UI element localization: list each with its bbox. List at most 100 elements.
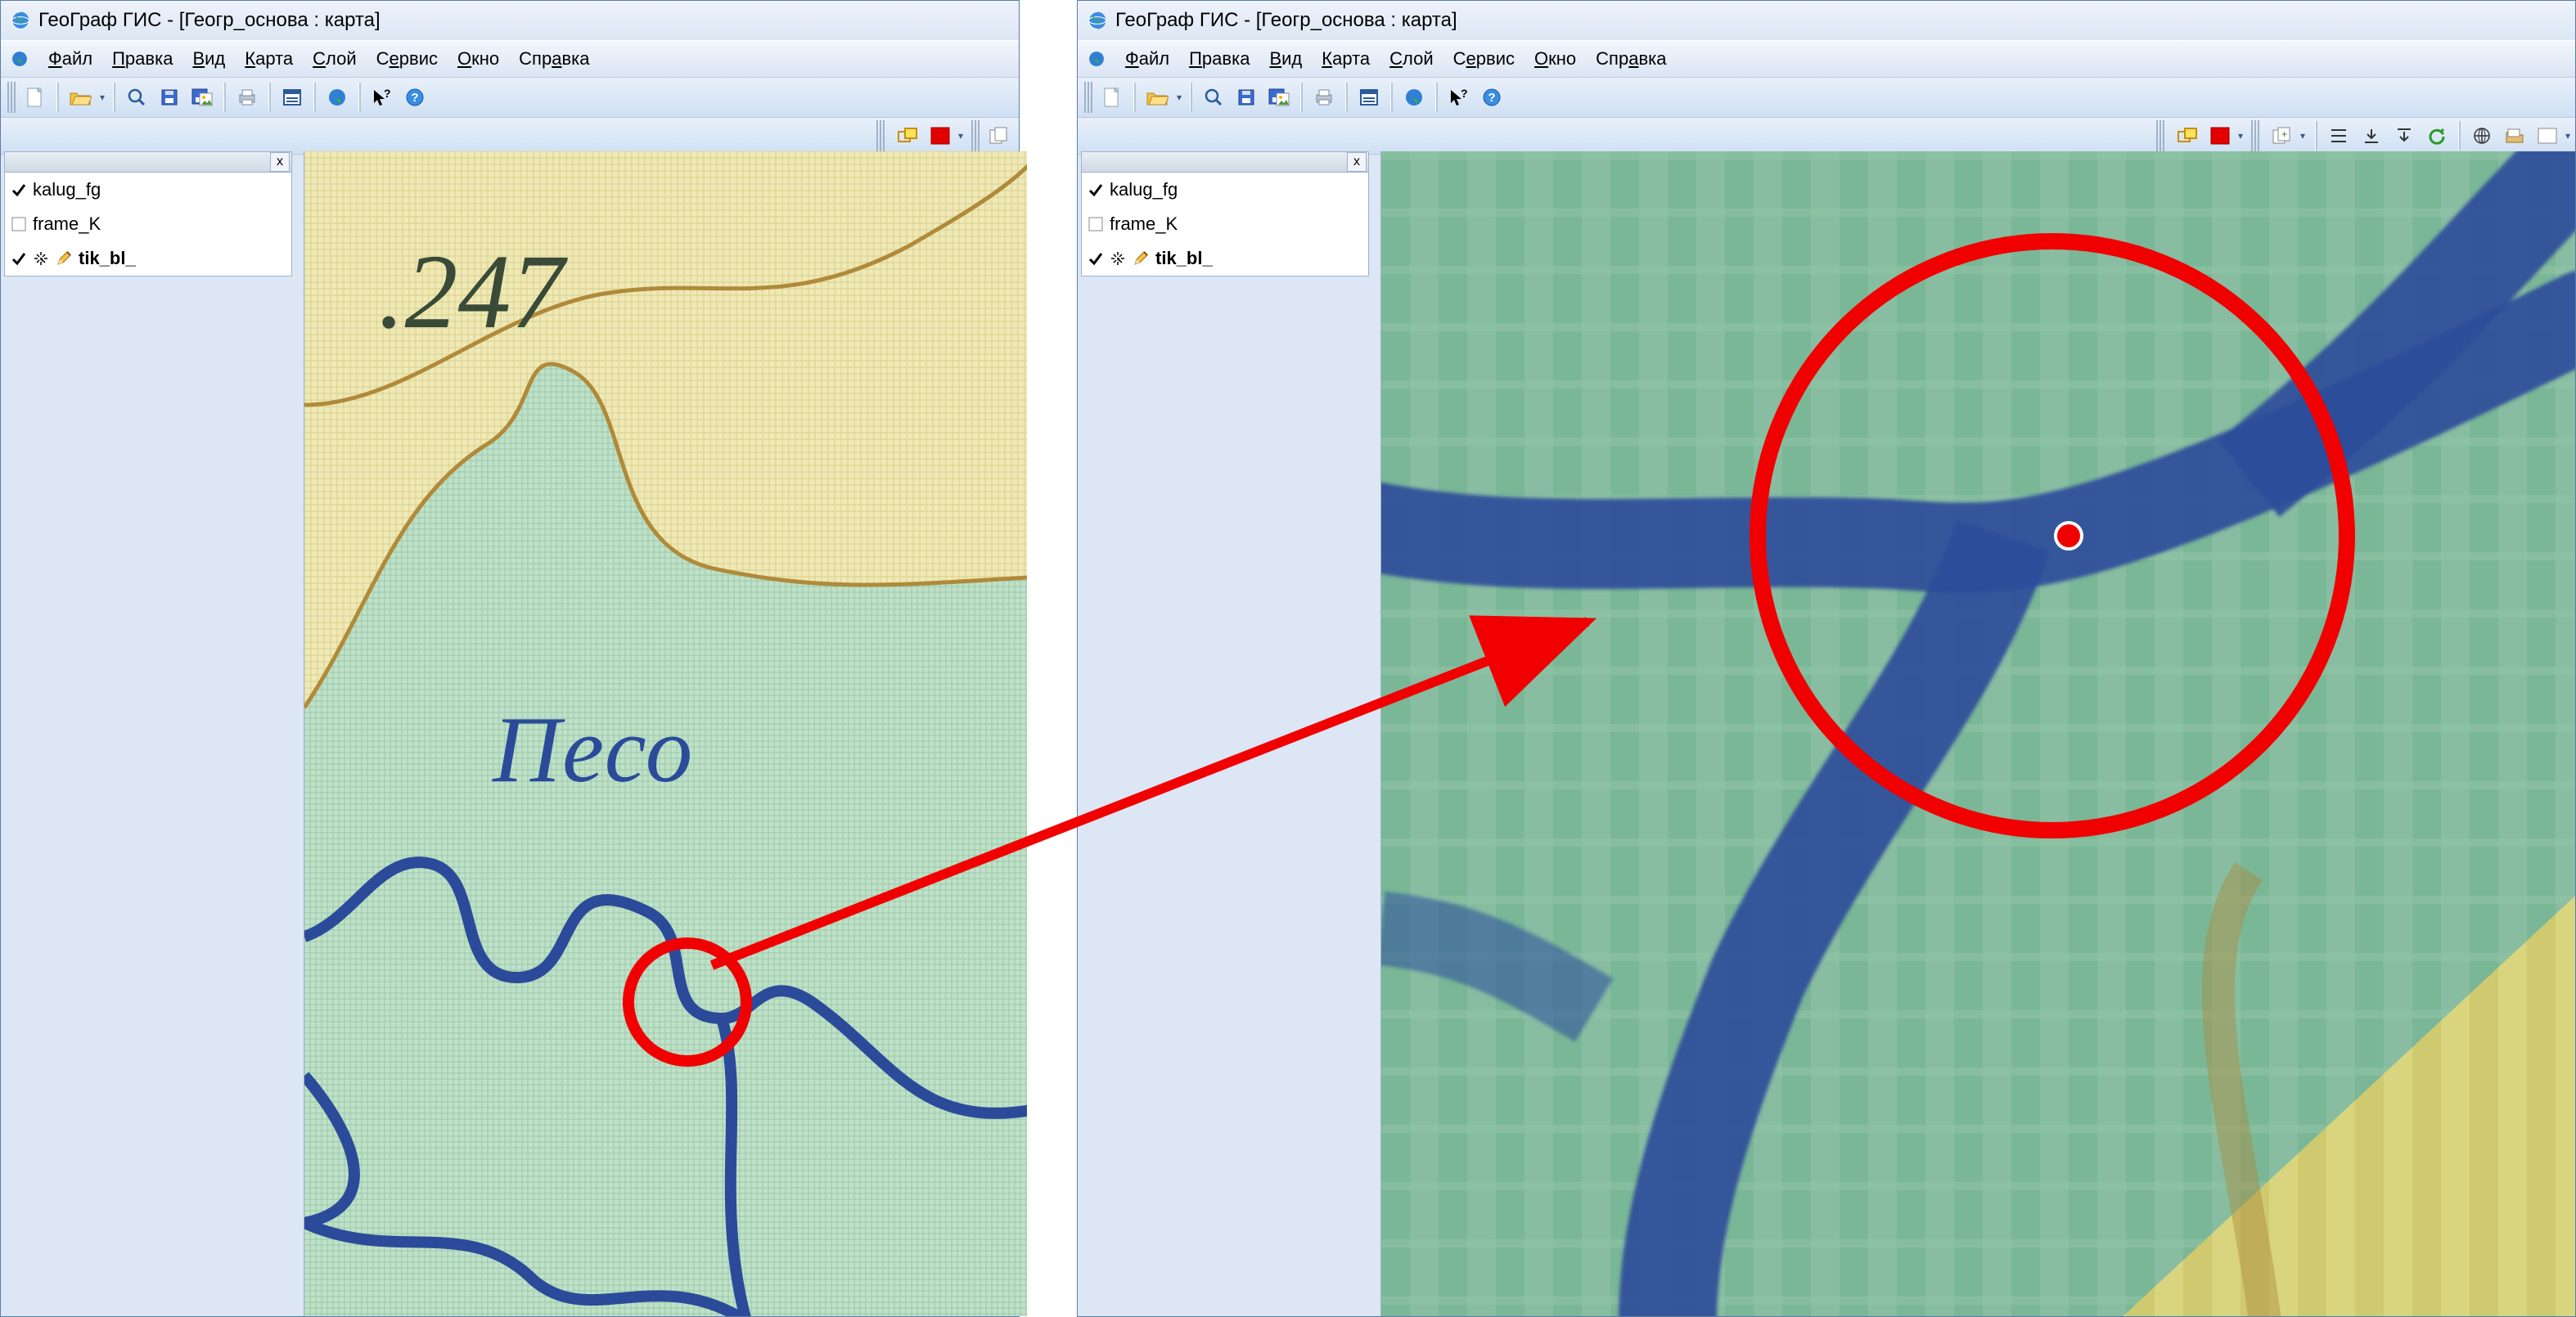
pencil-icon <box>1133 250 1149 267</box>
new-doc-icon[interactable] <box>20 83 50 112</box>
layer-row[interactable]: frame_K <box>1082 207 1368 241</box>
layer-name: frame_K <box>1110 214 1178 235</box>
pencil-icon <box>56 250 72 267</box>
map-canvas-right[interactable] <box>1380 151 2575 1316</box>
svg-text:+: + <box>2281 128 2287 140</box>
open-icon[interactable] <box>1142 83 1172 112</box>
cursor-help-icon[interactable]: ? <box>367 83 397 112</box>
copy-plus-icon[interactable]: + <box>2268 121 2297 151</box>
layer-checkbox[interactable] <box>1088 217 1103 231</box>
toolbar-secondary: ▾ + ▾ ▾ <box>1078 118 2575 155</box>
toolbar-grip[interactable] <box>971 120 980 151</box>
save-image-icon[interactable] <box>187 83 217 112</box>
menu-item[interactable]: Окно <box>1524 46 1586 72</box>
dropdown-icon[interactable]: ▾ <box>957 121 965 151</box>
mdi-icon[interactable] <box>1086 48 1107 70</box>
menu-item[interactable]: Карта <box>1312 46 1380 72</box>
arrow-down-bar-icon[interactable] <box>2357 121 2386 151</box>
map-canvas-left[interactable]: .247 Песо <box>304 151 1027 1316</box>
svg-text:?: ? <box>1461 88 1468 100</box>
save-icon[interactable] <box>1232 83 1261 112</box>
save-icon[interactable] <box>155 83 184 112</box>
window-list-icon[interactable] <box>1354 83 1384 112</box>
new-doc-icon[interactable] <box>1097 83 1127 112</box>
globe-lines-icon[interactable] <box>2467 121 2497 151</box>
white-rect-icon[interactable] <box>2533 121 2562 151</box>
zoom-icon[interactable] <box>122 83 151 112</box>
dropdown-icon[interactable]: ▾ <box>1173 92 1185 103</box>
menu-item[interactable]: Справка <box>509 46 599 72</box>
layer-row[interactable]: kalug_fg <box>1082 173 1368 207</box>
menu-item[interactable]: Правка <box>102 46 182 72</box>
mdi-icon[interactable] <box>9 48 30 70</box>
menu-item[interactable]: Вид <box>1259 46 1312 72</box>
folder-tan-icon[interactable] <box>2500 121 2529 151</box>
menu-item[interactable]: Справка <box>1586 46 1676 72</box>
menu-item[interactable]: Файл <box>1115 46 1179 72</box>
window-list-icon[interactable] <box>277 83 307 112</box>
close-icon[interactable]: x <box>270 152 290 172</box>
menu-item[interactable]: Файл <box>38 46 102 72</box>
help-icon[interactable]: ? <box>1477 83 1506 112</box>
copy-plus-icon[interactable] <box>984 121 1014 151</box>
app-window-right: ГеоГраф ГИС - [Геогр_основа : карта] Фай… <box>1077 0 2576 1317</box>
app-icon <box>1086 9 1109 32</box>
rect-pair-icon[interactable] <box>893 121 922 151</box>
menu-item[interactable]: Вид <box>182 46 235 72</box>
layer-checkbox[interactable] <box>11 251 26 266</box>
menu-item[interactable]: Слой <box>1380 46 1443 72</box>
undo-icon[interactable] <box>2422 121 2452 151</box>
save-image-icon[interactable] <box>1264 83 1294 112</box>
red-square-icon[interactable] <box>2205 121 2235 151</box>
layer-checkbox[interactable] <box>11 182 26 197</box>
spark-cursor-icon <box>1110 250 1126 267</box>
layer-checkbox[interactable] <box>1088 182 1103 197</box>
layer-row[interactable]: kalug_fg <box>5 173 291 207</box>
layer-checkbox[interactable] <box>1088 251 1103 266</box>
toolbar-grip[interactable] <box>876 120 885 151</box>
layer-checkbox[interactable] <box>11 217 26 231</box>
red-square-icon[interactable] <box>925 121 955 151</box>
dropdown-icon[interactable]: ▾ <box>2236 121 2245 151</box>
open-icon[interactable] <box>65 83 95 112</box>
layer-panel-header[interactable]: x <box>1082 152 1368 173</box>
app-window-left: ГеоГраф ГИС - [Геогр_основа : карта] Фай… <box>0 0 1020 1317</box>
dropdown-icon[interactable]: ▾ <box>2564 121 2572 151</box>
menu-item[interactable]: Карта <box>235 46 303 72</box>
toolbar-grip[interactable] <box>2251 120 2259 151</box>
menu-item[interactable]: Окно <box>448 46 509 72</box>
help-icon[interactable]: ? <box>400 83 430 112</box>
menu-item[interactable]: Сервис <box>367 46 448 72</box>
dropdown-icon[interactable]: ▾ <box>97 92 108 103</box>
rect-pair-icon[interactable] <box>2173 121 2202 151</box>
globe-icon[interactable] <box>322 83 352 112</box>
elevation-label: .247 <box>378 233 569 351</box>
svg-text:?: ? <box>1488 91 1495 105</box>
zoom-icon[interactable] <box>1199 83 1228 112</box>
titlebar[interactable]: ГеоГраф ГИС - [Геогр_основа : карта] <box>1 1 1019 40</box>
close-icon[interactable]: x <box>1347 152 1367 172</box>
menu-item[interactable]: Слой <box>303 46 367 72</box>
titlebar[interactable]: ГеоГраф ГИС - [Геогр_основа : карта] <box>1078 1 2575 40</box>
toolbar-grip[interactable] <box>7 82 16 113</box>
layer-name: kalug_fg <box>1110 179 1178 200</box>
menu-item[interactable]: Сервис <box>1443 46 1524 72</box>
print-icon[interactable] <box>232 83 262 112</box>
toolbar-secondary: ▾ <box>1 118 1019 155</box>
layer-row[interactable]: frame_K <box>5 207 291 241</box>
toolbar-grip[interactable] <box>1084 82 1092 113</box>
layer-name: kalug_fg <box>33 179 101 200</box>
globe-icon[interactable] <box>1399 83 1429 112</box>
arrow-down-mid-icon[interactable] <box>2389 121 2419 151</box>
layer-row[interactable]: tik_bl_ <box>5 241 291 276</box>
cursor-help-icon[interactable]: ? <box>1444 83 1474 112</box>
dropdown-icon[interactable]: ▾ <box>2299 121 2307 151</box>
layer-panel: x kalug_fg frame_Ktik_bl_ <box>4 151 292 276</box>
menu-item[interactable]: Правка <box>1179 46 1259 72</box>
toolbar-grip[interactable] <box>2156 120 2164 151</box>
layer-row[interactable]: tik_bl_ <box>1082 241 1368 276</box>
print-icon[interactable] <box>1309 83 1339 112</box>
align-horizontal-icon[interactable] <box>2324 121 2353 151</box>
layer-panel-header[interactable]: x <box>5 152 291 173</box>
window-title: ГеоГраф ГИС - [Геогр_основа : карта] <box>38 9 381 32</box>
